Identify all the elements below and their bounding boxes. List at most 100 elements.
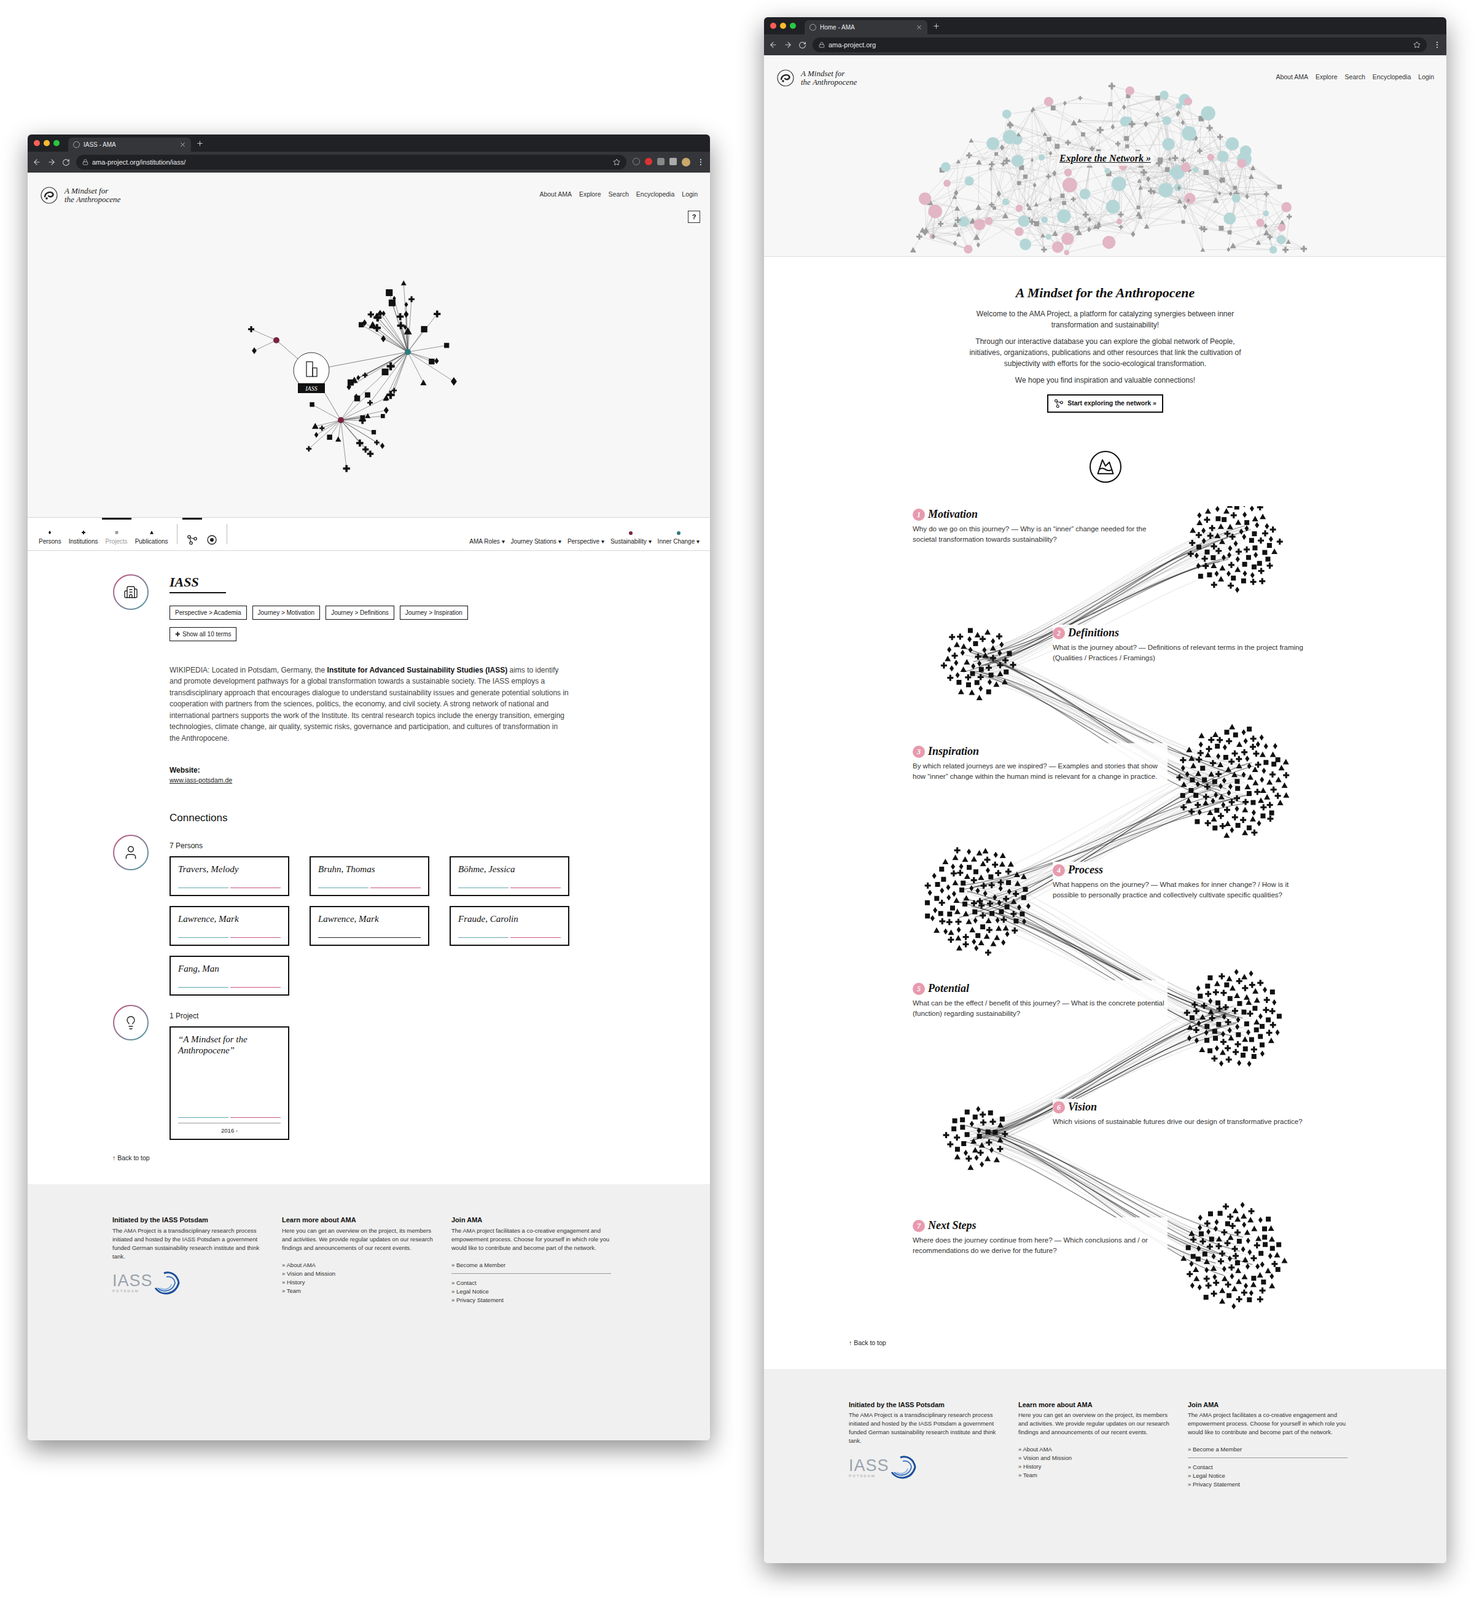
site-logo[interactable]: A Mindset forthe Anthropocene	[39, 186, 121, 205]
footer-link[interactable]: » Legal Notice	[451, 1287, 612, 1296]
back-icon[interactable]	[768, 40, 778, 50]
bookmark-icon[interactable]	[1413, 41, 1421, 49]
reload-icon[interactable]	[62, 158, 71, 167]
station-cluster[interactable]	[943, 1106, 1009, 1170]
footer-link[interactable]: » Vision and Mission	[281, 1269, 442, 1279]
footer-link[interactable]: » Privacy Statement	[1187, 1480, 1348, 1489]
station-cluster[interactable]	[940, 628, 1017, 701]
footer-link[interactable]: » Contact	[1187, 1462, 1348, 1472]
journey-station[interactable]: 2DefinitionsWhat is the journey about? —…	[1052, 624, 1308, 664]
browser-tab[interactable]: Home - AMA	[804, 20, 928, 35]
person-card[interactable]: Böhme, Jessica	[449, 856, 570, 897]
show-all-button[interactable]: ✚Show all 10 terms	[169, 627, 237, 642]
website-link[interactable]: www.iass-potsdam.de	[169, 775, 569, 786]
nav-link[interactable]: Encyclopedia	[636, 189, 675, 200]
journey-station[interactable]: 5PotentialWhat can be the effect / benef…	[912, 980, 1168, 1019]
hub-node[interactable]	[273, 337, 280, 344]
close-tab-icon[interactable]	[915, 23, 923, 31]
station-cluster[interactable]	[1184, 969, 1282, 1067]
view-toggle[interactable]	[182, 517, 203, 551]
forward-icon[interactable]	[783, 40, 793, 50]
footer-link[interactable]: » Privacy Statement	[451, 1295, 612, 1305]
journey-station[interactable]: 7Next StepsWhere does the journey contin…	[912, 1217, 1168, 1256]
menu-icon[interactable]	[1432, 40, 1442, 50]
footer-link[interactable]: » Legal Notice	[1187, 1471, 1348, 1481]
close-window-button[interactable]	[770, 22, 777, 29]
journey-station[interactable]: 1MotivationWhy do we go on this journey?…	[912, 506, 1168, 545]
filter-dropdown[interactable]: Sustainability ▾	[607, 517, 655, 551]
extension-icon[interactable]	[644, 157, 653, 166]
back-to-top-link[interactable]: ↑ Back to top	[112, 1153, 626, 1164]
journey-station[interactable]: 3InspirationBy which related journeys ar…	[912, 743, 1168, 782]
footer-link[interactable]: » Become a Member	[1187, 1445, 1348, 1454]
forward-icon[interactable]	[47, 157, 56, 167]
filter-dropdown[interactable]: Perspective ▾	[564, 517, 608, 551]
filter-dropdown[interactable]: AMA Roles ▾	[466, 517, 508, 551]
footer-link[interactable]: » About AMA	[281, 1260, 442, 1270]
extension-icon[interactable]	[657, 157, 665, 166]
bookmark-icon[interactable]	[612, 158, 621, 166]
view-toggle[interactable]	[202, 517, 222, 551]
nav-link[interactable]: Search	[1345, 72, 1366, 83]
extension-icon[interactable]	[632, 157, 640, 166]
person-card[interactable]: Bruhn, Thomas	[309, 856, 430, 897]
footer-link[interactable]: » Contact	[451, 1278, 612, 1288]
nav-link[interactable]: About AMA	[539, 189, 572, 200]
center-node[interactable]: IASS	[293, 352, 330, 394]
site-logo[interactable]: A Mindset forthe Anthropocene	[776, 68, 857, 88]
station-cluster[interactable]	[924, 846, 1031, 956]
person-card[interactable]: Fang, Man	[169, 955, 290, 996]
reload-icon[interactable]	[798, 41, 807, 50]
nav-link[interactable]: Login	[1418, 72, 1435, 83]
tag[interactable]: Perspective > Academia	[169, 605, 247, 620]
extension-icon[interactable]	[669, 157, 677, 166]
filter-dropdown[interactable]: Journey Stations ▾	[507, 517, 565, 551]
footer-link[interactable]: » Vision and Mission	[1018, 1453, 1178, 1463]
nav-link[interactable]: Search	[608, 189, 629, 200]
back-to-top-link[interactable]: ↑ Back to top	[848, 1338, 1447, 1349]
filter-item[interactable]: Publications	[131, 517, 172, 551]
station-cluster[interactable]	[1180, 1201, 1288, 1310]
help-button[interactable]: ?	[687, 210, 701, 223]
browser-tab[interactable]: IASS - AMA	[68, 137, 192, 152]
new-tab-icon[interactable]	[932, 22, 941, 31]
explore-network-link[interactable]: Explore the Network »	[1056, 151, 1154, 166]
tag[interactable]: Journey > Inspiration	[399, 605, 468, 620]
maximize-window-button[interactable]	[789, 22, 796, 29]
network-graph[interactable]: IASS	[27, 172, 710, 518]
hub-node[interactable]	[337, 417, 344, 424]
nav-link[interactable]: About AMA	[1275, 72, 1309, 83]
footer-link[interactable]: » Team	[281, 1286, 442, 1296]
omnibox[interactable]: ama-project.org	[812, 37, 1427, 53]
minimize-window-button[interactable]	[43, 140, 50, 147]
filter-dropdown[interactable]: Inner Change ▾	[654, 517, 703, 551]
filter-item[interactable]: Institutions	[65, 517, 102, 551]
maximize-window-button[interactable]	[53, 140, 60, 147]
person-card[interactable]: Lawrence, Mark	[309, 905, 430, 946]
footer-link[interactable]: » History	[1018, 1462, 1178, 1471]
footer-link[interactable]: » About AMA	[1018, 1445, 1178, 1454]
minimize-window-button[interactable]	[779, 22, 787, 29]
start-exploring-button[interactable]: Start exploring the network »	[1047, 394, 1164, 413]
nav-link[interactable]: Explore	[579, 189, 602, 200]
hub-node[interactable]	[404, 348, 411, 355]
filter-item[interactable]: Persons	[35, 517, 66, 551]
person-card[interactable]: Fraude, Carolin	[449, 905, 570, 946]
new-tab-icon[interactable]	[195, 139, 204, 148]
close-tab-icon[interactable]	[179, 141, 187, 149]
journey-station[interactable]: 4ProcessWhat happens on the journey? — W…	[1052, 861, 1308, 901]
project-card[interactable]: “A Mindset for the Anthropocene”2016 -	[169, 1026, 290, 1140]
station-cluster[interactable]	[1187, 506, 1283, 593]
station-cluster[interactable]	[1176, 723, 1290, 838]
nav-link[interactable]: Explore	[1315, 72, 1338, 83]
footer-link[interactable]: » History	[281, 1278, 442, 1287]
back-icon[interactable]	[32, 157, 42, 167]
tag[interactable]: Journey > Definitions	[325, 605, 395, 620]
omnibox[interactable]: ama-project.org/institution/iass/	[76, 154, 627, 170]
journey-station[interactable]: 6VisionWhich visions of sustainable futu…	[1052, 1098, 1308, 1127]
close-window-button[interactable]	[33, 140, 40, 147]
tag[interactable]: Journey > Motivation	[252, 605, 321, 620]
filter-item[interactable]: Projects	[101, 517, 132, 551]
footer-link[interactable]: » Become a Member	[451, 1260, 612, 1270]
nav-link[interactable]: Encyclopedia	[1372, 72, 1411, 83]
